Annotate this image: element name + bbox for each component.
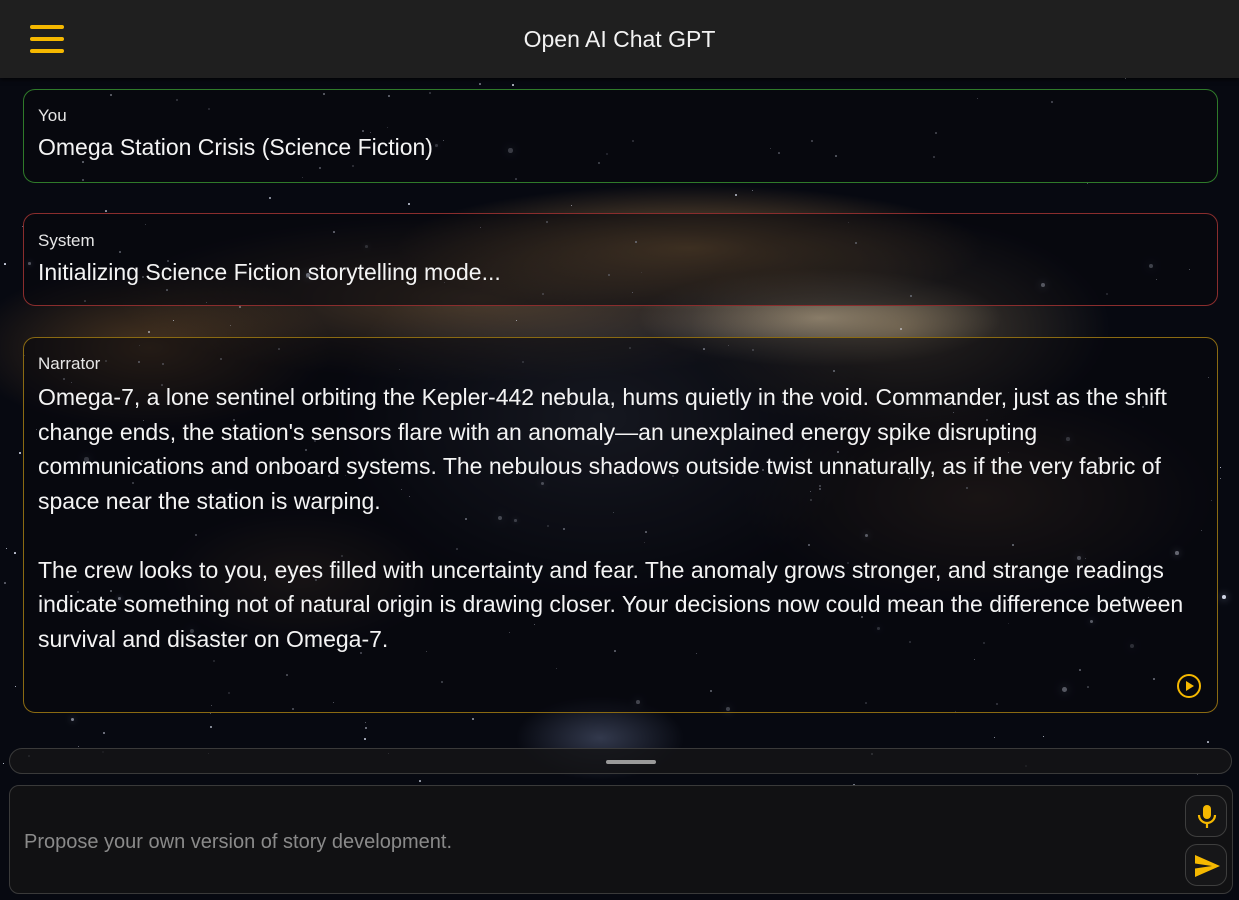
star — [239, 306, 242, 309]
star — [364, 738, 366, 740]
app-bar: Open AI Chat GPT — [0, 0, 1239, 78]
star — [103, 732, 106, 735]
star — [994, 737, 996, 739]
message-card-narrator: Narrator Omega-7, a lone sentinel orbiti… — [23, 337, 1218, 713]
message-role-label: You — [38, 106, 67, 125]
star — [365, 727, 367, 729]
star — [269, 197, 272, 200]
play-circle-icon[interactable] — [1177, 674, 1201, 698]
microphone-button[interactable] — [1185, 795, 1227, 837]
star — [365, 722, 367, 724]
message-text: Omega-7, a lone sentinel orbiting the Ke… — [38, 384, 1184, 652]
composer — [9, 785, 1233, 894]
star — [210, 713, 212, 715]
message-card-system: System Initializing Science Fiction stor… — [23, 213, 1218, 306]
play-triangle — [1186, 680, 1194, 691]
star — [735, 194, 738, 197]
microphone-icon — [1197, 805, 1217, 828]
message-text: Omega Station Crisis (Science Fiction) — [38, 134, 433, 160]
star — [210, 726, 213, 729]
star — [419, 780, 421, 782]
drag-handle[interactable] — [606, 760, 656, 764]
star — [105, 210, 107, 212]
star — [4, 263, 6, 265]
star — [14, 552, 16, 554]
star — [1220, 467, 1222, 469]
star — [472, 718, 475, 721]
star — [148, 331, 150, 333]
star — [479, 83, 481, 85]
star — [408, 203, 410, 205]
star — [173, 320, 175, 322]
star — [78, 746, 80, 748]
send-button[interactable] — [1185, 844, 1227, 886]
star — [900, 328, 902, 330]
star — [230, 325, 232, 327]
message-role-label: System — [38, 231, 95, 250]
star — [19, 452, 22, 455]
star — [516, 320, 518, 322]
star — [15, 686, 17, 688]
app-title: Open AI Chat GPT — [523, 26, 716, 52]
star — [512, 84, 514, 86]
star — [752, 190, 754, 192]
story-input[interactable] — [22, 816, 1166, 868]
star — [4, 582, 6, 584]
star — [1207, 741, 1209, 743]
collapse-strip[interactable] — [9, 748, 1232, 774]
app-screen: Open AI Chat GPT You Omega Station Crisi… — [0, 0, 1239, 900]
message-text: Initializing Science Fiction storytellin… — [38, 259, 501, 285]
message-card-user: You Omega Station Crisis (Science Fictio… — [23, 89, 1218, 183]
star — [3, 763, 5, 765]
star — [1087, 183, 1089, 185]
star — [71, 718, 75, 722]
star — [1222, 595, 1226, 599]
send-icon — [1195, 855, 1220, 877]
message-role-label: Narrator — [38, 354, 101, 373]
star — [6, 548, 8, 550]
star — [1197, 774, 1199, 776]
star — [1125, 78, 1127, 80]
star — [571, 205, 573, 207]
star — [1220, 478, 1222, 480]
star — [1043, 736, 1045, 738]
